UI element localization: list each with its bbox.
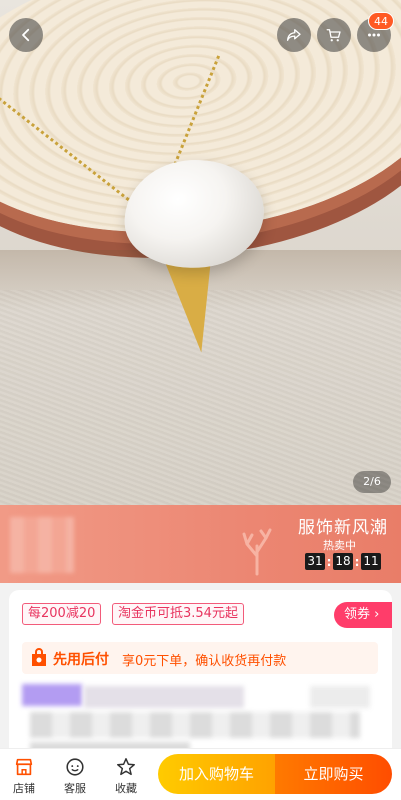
favorite-nav-button[interactable]: 收藏 bbox=[104, 756, 148, 796]
coral-decoration-icon bbox=[242, 528, 272, 576]
add-to-cart-button[interactable]: 加入购物车 bbox=[158, 754, 275, 794]
share-button[interactable] bbox=[277, 18, 311, 52]
image-counter: 2/6 bbox=[353, 471, 391, 493]
discount-tag[interactable]: 每200减20 bbox=[22, 603, 102, 625]
shop-icon bbox=[15, 758, 33, 776]
timer-seconds: 11 bbox=[361, 553, 381, 570]
pay-later-title: 先用后付 bbox=[53, 652, 109, 668]
shop-label: 店铺 bbox=[13, 782, 35, 795]
countdown-timer: 31 : 18 : 11 bbox=[305, 553, 381, 570]
product-image-gallery[interactable] bbox=[0, 0, 401, 505]
pay-later-icon bbox=[32, 648, 46, 666]
cart-button[interactable] bbox=[317, 18, 351, 52]
back-arrow-icon bbox=[22, 28, 30, 42]
blurred-content bbox=[310, 686, 370, 708]
service-nav-button[interactable]: 客服 bbox=[53, 756, 97, 796]
cart-badge: 44 bbox=[368, 12, 394, 30]
service-icon bbox=[66, 758, 84, 776]
shop-nav-button[interactable]: 店铺 bbox=[2, 756, 46, 796]
favorite-label: 收藏 bbox=[115, 782, 137, 795]
blurred-content bbox=[84, 686, 244, 708]
promo-title: 服饰新风潮 bbox=[298, 518, 388, 538]
blurred-content bbox=[22, 684, 82, 706]
promo-subtitle: 热卖中 bbox=[323, 539, 356, 552]
get-coupon-button[interactable]: 领券 › bbox=[334, 602, 392, 628]
pay-later-description: 享0元下单，确认收货再付款 bbox=[122, 654, 287, 669]
blurred-logo bbox=[10, 517, 74, 573]
timer-hours: 31 bbox=[305, 553, 325, 570]
back-button[interactable] bbox=[9, 18, 43, 52]
buy-now-button[interactable]: 立即购买 bbox=[275, 754, 392, 794]
coin-tag[interactable]: 淘金币可抵3.54元起 bbox=[112, 603, 244, 625]
share-icon bbox=[286, 29, 301, 41]
blurred-product-title bbox=[30, 712, 360, 738]
star-icon bbox=[117, 758, 135, 776]
product-detail-page: 44 2/6 服饰新风潮 热卖中 31 : 18 : 11 每200减20 淘金… bbox=[0, 0, 401, 800]
service-label: 客服 bbox=[64, 782, 86, 795]
timer-minutes: 18 bbox=[333, 553, 353, 570]
cart-icon bbox=[326, 29, 341, 42]
